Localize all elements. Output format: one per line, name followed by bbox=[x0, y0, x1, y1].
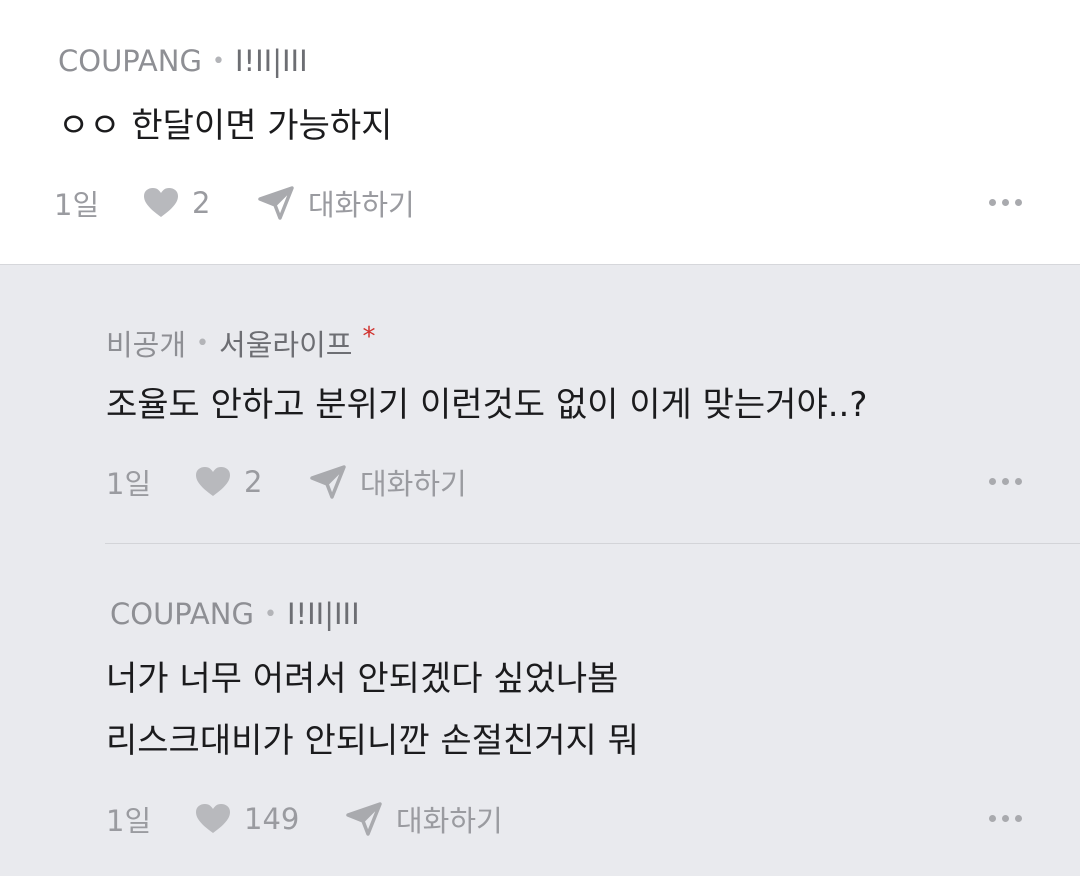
comment-time: 1일 bbox=[106, 804, 152, 838]
reply-label: 대화하기 bbox=[360, 467, 467, 501]
comment-meta: COUPANG • I!II|III bbox=[110, 597, 360, 631]
comment-actions: 1일 2 대화하기 bbox=[54, 182, 415, 224]
author-nickname[interactable]: I!II|III bbox=[235, 44, 308, 78]
reply-button[interactable]: 대화하기 bbox=[310, 461, 467, 503]
comment-body: 조율도 안하고 분위기 이런것도 없이 이게 맞는거야..? bbox=[106, 374, 867, 436]
reply-label: 대화하기 bbox=[308, 188, 415, 222]
heart-icon bbox=[196, 467, 230, 496]
like-button[interactable]: 2 bbox=[144, 186, 258, 220]
comment-meta: COUPANG • I!II|III bbox=[58, 44, 308, 78]
like-button[interactable]: 149 bbox=[196, 802, 346, 836]
heart-icon bbox=[196, 804, 230, 833]
comment-time: 1일 bbox=[54, 188, 100, 222]
comment-actions: 1일 149 대화하기 bbox=[106, 798, 503, 840]
comment-actions: 1일 2 대화하기 bbox=[106, 461, 467, 503]
like-count: 2 bbox=[192, 186, 211, 220]
like-count: 149 bbox=[244, 802, 300, 836]
paper-plane-icon bbox=[258, 186, 294, 220]
author-nickname[interactable]: 서울라이프 bbox=[219, 322, 352, 364]
more-dots-icon[interactable] bbox=[989, 199, 1022, 206]
author-company[interactable]: 비공개 bbox=[106, 322, 186, 364]
paper-plane-icon bbox=[346, 802, 382, 836]
more-dots-icon[interactable] bbox=[989, 815, 1022, 822]
comment-line: ㅇㅇ 한달이면 가능하지 bbox=[58, 106, 393, 146]
paper-plane-icon bbox=[310, 465, 346, 499]
reply-divider bbox=[105, 543, 1080, 544]
meta-separator: • bbox=[263, 601, 277, 627]
author-star-badge: * bbox=[362, 322, 376, 352]
like-count: 2 bbox=[244, 465, 263, 499]
comment-1: COUPANG • I!II|III ㅇㅇ 한달이면 가능하지 1일 2 대화하… bbox=[0, 0, 1080, 265]
comment-time: 1일 bbox=[106, 467, 152, 501]
comment-line: 너가 너무 어려서 안되겠다 싶었나봄 bbox=[106, 659, 619, 699]
author-nickname[interactable]: I!II|III bbox=[287, 597, 360, 631]
author-company[interactable]: COUPANG bbox=[110, 597, 254, 631]
reply-button[interactable]: 대화하기 bbox=[346, 798, 503, 840]
comment-body: 너가 너무 어려서 안되겠다 싶었나봄 리스크대비가 안되니깐 손절친거지 뭐 bbox=[106, 648, 639, 772]
reply-label: 대화하기 bbox=[396, 804, 503, 838]
more-dots-icon[interactable] bbox=[989, 478, 1022, 485]
meta-separator: • bbox=[196, 330, 210, 356]
comment-body: ㅇㅇ 한달이면 가능하지 bbox=[58, 95, 392, 157]
author-company[interactable]: COUPANG bbox=[58, 44, 202, 78]
comment-line: 조율도 안하고 분위기 이런것도 없이 이게 맞는거야..? bbox=[106, 385, 868, 425]
reply-button[interactable]: 대화하기 bbox=[258, 182, 415, 224]
comment-meta: 비공개 • 서울라이프 * bbox=[106, 322, 375, 364]
like-button[interactable]: 2 bbox=[196, 465, 310, 499]
comment-thread: COUPANG • I!II|III ㅇㅇ 한달이면 가능하지 1일 2 대화하… bbox=[0, 0, 1080, 876]
meta-separator: • bbox=[211, 48, 225, 74]
heart-icon bbox=[144, 188, 178, 217]
comment-line: 리스크대비가 안되니깐 손절친거지 뭐 bbox=[106, 721, 639, 761]
